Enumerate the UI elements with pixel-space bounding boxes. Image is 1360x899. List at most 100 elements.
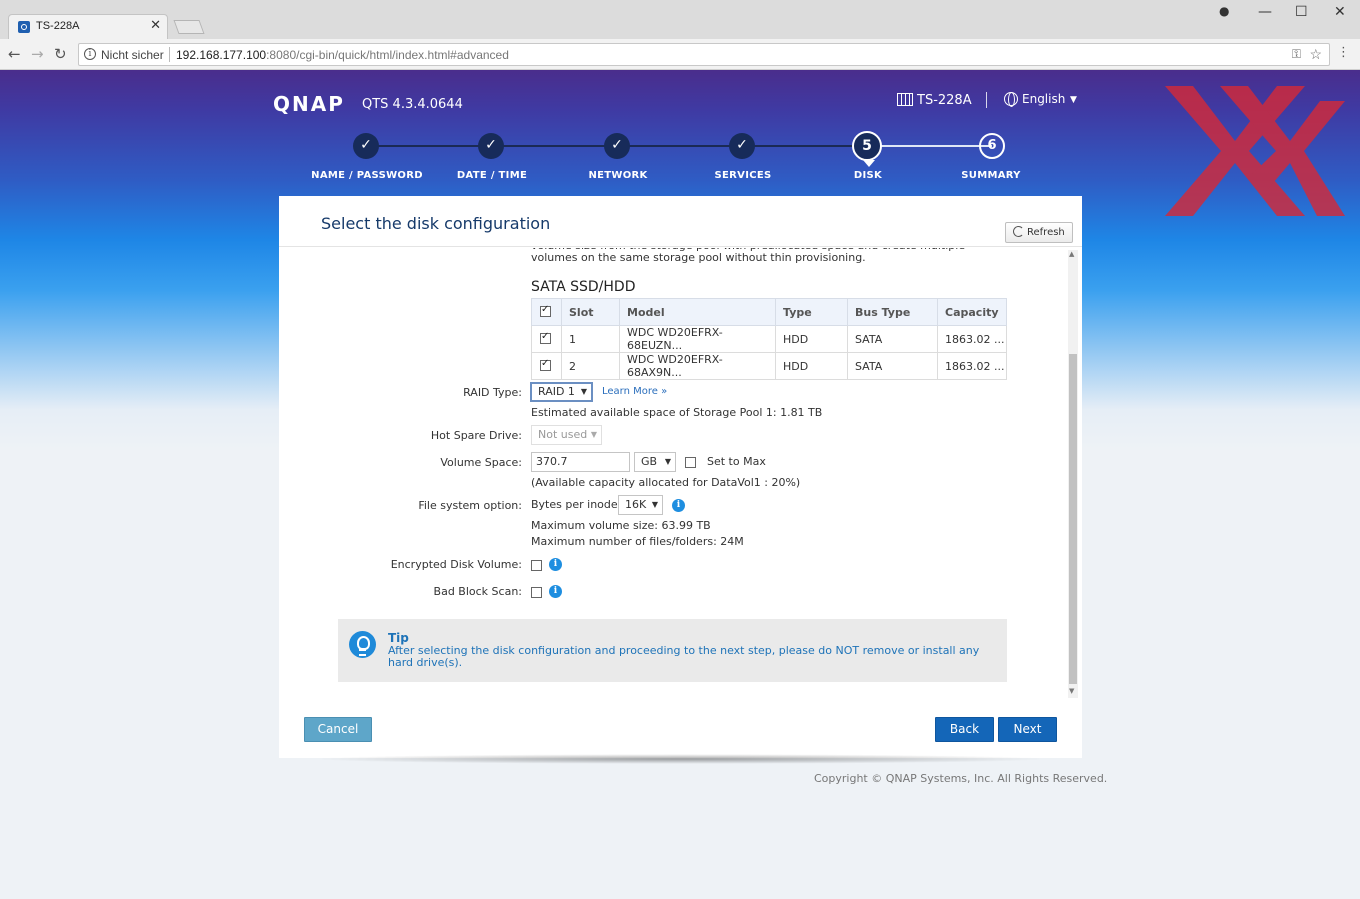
bytes-per-inode-select[interactable]: 16K ▼ [618, 495, 663, 515]
reload-icon[interactable]: ↻ [54, 45, 67, 63]
tip-title: Tip [388, 631, 409, 645]
encrypted-volume-label: Encrypted Disk Volume: [390, 558, 522, 571]
qnap-logo: QNAP [273, 92, 345, 116]
refresh-button[interactable]: Refresh [1005, 222, 1073, 243]
file-system-label: File system option: [418, 499, 522, 512]
info-icon[interactable]: i [549, 558, 562, 571]
url-path: /cgi-bin/quick/html/index.html#advanced [296, 48, 509, 62]
firmware-version: QTS 4.3.4.0644 [362, 97, 463, 112]
volume-space-input[interactable]: 370.7 [531, 452, 630, 472]
qnap-setup-page: QNAP QTS 4.3.4.0644 TS-228A English ▼ ✓ … [0, 70, 1360, 899]
select-all-checkbox[interactable] [540, 304, 551, 317]
max-volume-size-text: Maximum volume size: 63.99 TB [531, 519, 711, 532]
url-input[interactable]: i Nicht sicher 192.168.177.100:8080/cgi-… [78, 43, 1330, 66]
back-arrow-icon[interactable]: ← [8, 45, 21, 63]
vertical-scrollbar[interactable]: ▲ ▼ [1068, 250, 1078, 698]
profile-icon[interactable]: ● [1219, 4, 1229, 18]
scroll-down-arrow-icon[interactable]: ▼ [1069, 687, 1074, 695]
column-header-type: Type [775, 298, 848, 326]
bookmark-star-icon[interactable]: ☆ [1309, 46, 1322, 63]
table-row[interactable]: 1 WDC WD20EFRX-68EUZN... HDD SATA 1863.0… [531, 325, 1007, 353]
hot-spare-select: Not used ▼ [531, 425, 602, 445]
volume-unit-select[interactable]: GB ▼ [634, 452, 676, 472]
volume-unit-value: GB [641, 455, 658, 468]
slot-cell: 2 [561, 352, 620, 380]
qnap-favicon-icon [18, 21, 30, 33]
next-button[interactable]: Next [998, 717, 1057, 742]
minimize-icon[interactable]: — [1258, 4, 1272, 20]
column-header-slot: Slot [561, 298, 620, 326]
lightbulb-icon [349, 631, 376, 658]
row-select-cell [531, 325, 562, 353]
step-4-check-icon: ✓ [729, 133, 755, 159]
step-2-check-icon: ✓ [478, 133, 504, 159]
step-6-future: 6 [979, 133, 1005, 159]
learn-more-link[interactable]: Learn More » [602, 386, 667, 397]
select-all-header [531, 298, 562, 326]
new-tab-button[interactable] [173, 20, 205, 34]
step-1-check-icon: ✓ [353, 133, 379, 159]
panel-divider [279, 246, 1082, 247]
bad-block-scan-label: Bad Block Scan: [433, 585, 522, 598]
disk-config-panel: Select the disk configuration Refresh vo… [279, 196, 1082, 758]
key-icon[interactable]: ⚿ [1292, 47, 1301, 62]
bus-cell: SATA [847, 325, 938, 353]
url-text[interactable]: 192.168.177.100:8080/cgi-bin/quick/html/… [176, 48, 509, 62]
slot-cell: 1 [561, 325, 620, 353]
globe-icon [1004, 92, 1018, 107]
bad-block-scan-checkbox[interactable] [531, 587, 542, 598]
intro-text: volume size from the storage pool with p… [531, 248, 965, 264]
set-to-max-label[interactable]: Set to Max [707, 455, 766, 468]
cancel-button[interactable]: Cancel [304, 717, 372, 742]
max-files-text: Maximum number of files/folders: 24M [531, 535, 744, 548]
browser-menu-icon[interactable]: ⋮ [1337, 45, 1350, 60]
disk-2-checkbox[interactable] [540, 358, 551, 371]
disk-table: Slot Model Type Bus Type Capacity 1 WDC … [531, 298, 1007, 380]
column-header-bus-type: Bus Type [847, 298, 938, 326]
panel-title: Select the disk configuration [321, 214, 551, 233]
address-bar: ← → ↻ i Nicht sicher 192.168.177.100:808… [0, 39, 1360, 70]
raid-type-select[interactable]: RAID 1 ▼ [530, 382, 593, 402]
back-button[interactable]: Back [935, 717, 994, 742]
chevron-down-icon: ▼ [590, 430, 597, 439]
forward-arrow-icon[interactable]: → [31, 45, 44, 63]
browser-tab-bar: TS-228A ✕ ● — ☐ ✕ [0, 0, 1360, 39]
nas-device-icon [897, 93, 913, 106]
tab-title: TS-228A [36, 20, 80, 32]
disk-1-checkbox[interactable] [540, 331, 551, 344]
scroll-up-arrow-icon[interactable]: ▲ [1069, 250, 1074, 258]
chevron-down-icon[interactable]: ▼ [1070, 95, 1077, 105]
step-label-name-password: NAME / PASSWORD [311, 170, 423, 181]
bus-cell: SATA [847, 352, 938, 380]
refresh-label: Refresh [1027, 227, 1065, 238]
bytes-per-inode-value: 16K [625, 498, 647, 511]
chevron-down-icon: ▼ [580, 387, 587, 396]
maximize-icon[interactable]: ☐ [1295, 4, 1308, 20]
scrollable-content[interactable]: volume size from the storage pool with p… [279, 248, 1079, 696]
scrollbar-thumb[interactable] [1069, 354, 1077, 684]
step-label-summary: SUMMARY [961, 170, 1021, 181]
tip-box: Tip After selecting the disk configurati… [338, 619, 1007, 682]
security-label[interactable]: Nicht sicher [101, 48, 164, 62]
panel-shadow [312, 754, 1049, 764]
language-label: English [1022, 92, 1066, 106]
tab-close-icon[interactable]: ✕ [150, 18, 161, 33]
url-port: :8080 [266, 48, 297, 62]
model-cell: WDC WD20EFRX-68AX9N... [619, 352, 776, 380]
info-icon[interactable]: i [672, 499, 685, 512]
column-header-capacity: Capacity [937, 298, 1007, 326]
browser-tab[interactable]: TS-228A ✕ [8, 14, 168, 39]
step-label-network: NETWORK [588, 170, 648, 181]
info-icon[interactable]: i [549, 585, 562, 598]
table-row[interactable]: 2 WDC WD20EFRX-68AX9N... HDD SATA 1863.0… [531, 352, 1007, 380]
set-to-max-checkbox[interactable] [685, 457, 696, 468]
encrypted-volume-checkbox[interactable] [531, 560, 542, 571]
estimated-space-text: Estimated available space of Storage Poo… [531, 406, 823, 419]
step-5-current: 5 [852, 131, 882, 167]
window-close-icon[interactable]: ✕ [1334, 4, 1346, 20]
info-icon[interactable]: i [84, 48, 96, 60]
step-3-check-icon: ✓ [604, 133, 630, 159]
refresh-icon [1013, 226, 1024, 237]
type-cell: HDD [775, 325, 848, 353]
language-selector[interactable]: English [1004, 92, 1066, 107]
